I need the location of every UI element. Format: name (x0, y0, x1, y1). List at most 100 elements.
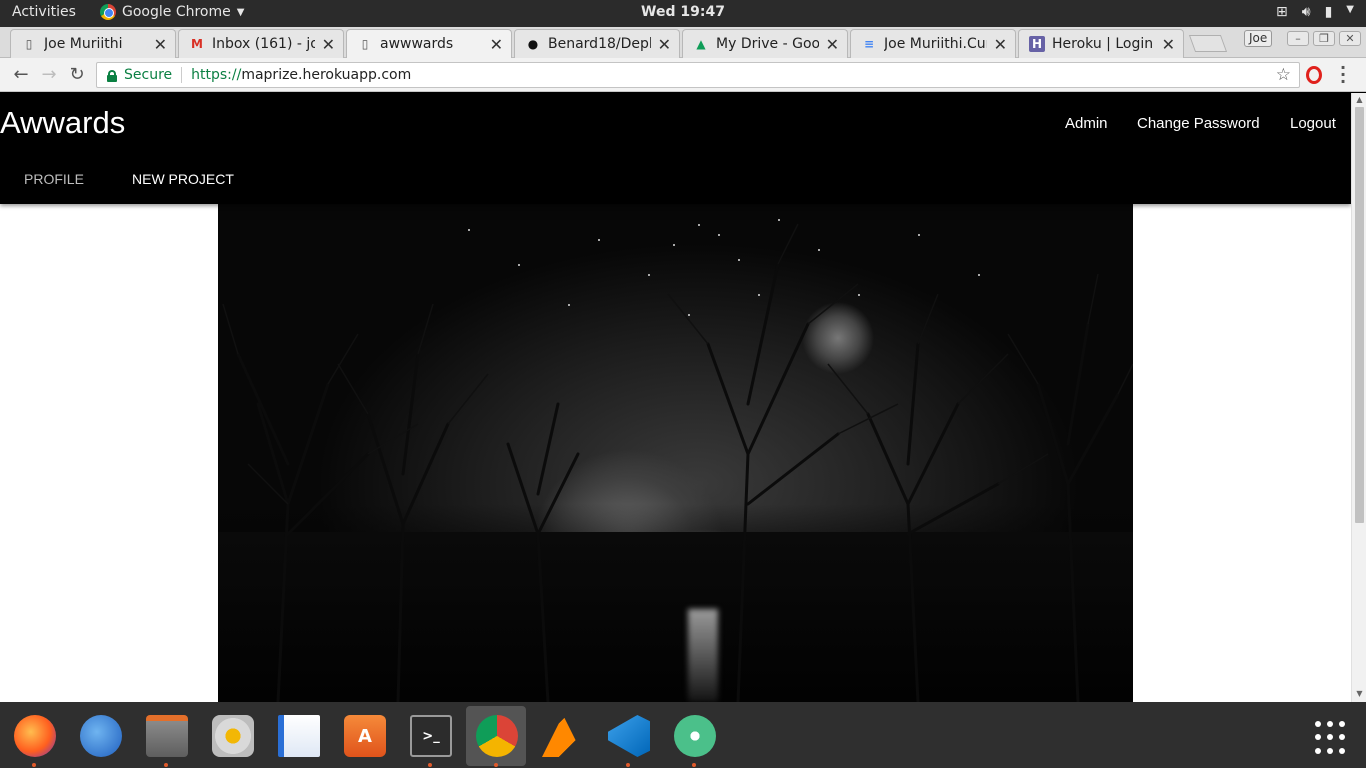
dock-item-vlc[interactable] (532, 706, 592, 766)
app-menu[interactable]: Google Chrome ▼ (100, 4, 244, 20)
chevron-down-icon: ▼ (1346, 4, 1354, 15)
running-indicator (692, 763, 696, 767)
dock-item-thunderbird[interactable] (70, 706, 130, 766)
star-dot (518, 264, 520, 266)
tab-2[interactable]: ▯ awwwards ✕ (346, 29, 512, 58)
star-dot (978, 274, 980, 276)
running-indicator (626, 763, 630, 767)
tab-6[interactable]: H Heroku | Login ✕ (1018, 29, 1184, 58)
bookmark-star-icon[interactable]: ☆ (1276, 65, 1291, 85)
forward-button[interactable]: → (38, 64, 60, 86)
tab-title: Joe Muriithi (44, 36, 123, 52)
running-indicator (494, 763, 498, 767)
tab-0[interactable]: ▯ Joe Muriithi ✕ (10, 29, 176, 58)
tab-title: awwwards (380, 36, 454, 52)
chrome-icon (476, 715, 518, 757)
docs-icon: ≡ (863, 37, 875, 51)
github-icon: ● (527, 37, 539, 51)
scroll-up-arrow-icon[interactable]: ▲ (1352, 95, 1366, 104)
heroku-icon: H (1029, 36, 1045, 52)
dock-item-atom[interactable] (664, 706, 724, 767)
star-dot (818, 249, 820, 251)
dock-item-vscode[interactable] (598, 706, 658, 767)
tab-4[interactable]: ▲ My Drive - Goog ✕ (682, 29, 848, 58)
address-bar[interactable]: Secure https:// maprize.herokuapp.com ☆ (96, 62, 1300, 88)
star-dot (568, 304, 570, 306)
tab-5[interactable]: ≡ Joe Muriithi.Cur ✕ (850, 29, 1016, 58)
close-window-button[interactable]: ✕ (1339, 31, 1361, 46)
dock-item-files[interactable] (136, 706, 196, 767)
nav-new-project-link[interactable]: NEW PROJECT (132, 171, 234, 187)
nav-logout-link[interactable]: Logout (1290, 115, 1336, 132)
close-tab-icon[interactable]: ✕ (994, 35, 1007, 54)
star-dot (918, 234, 920, 236)
scroll-down-arrow-icon[interactable]: ▼ (1352, 689, 1366, 698)
page-icon: ▯ (25, 37, 33, 51)
star-dot (758, 294, 760, 296)
gmail-icon: M (191, 37, 203, 51)
opera-extension-icon[interactable] (1306, 66, 1322, 84)
star-dot (778, 219, 780, 221)
reload-button[interactable]: ↻ (66, 64, 88, 86)
tree-silhouettes (222, 223, 1133, 702)
nav-change-password-link[interactable]: Change Password (1137, 115, 1260, 132)
close-tab-icon[interactable]: ✕ (1162, 35, 1175, 54)
page-icon: ▯ (361, 37, 369, 51)
close-tab-icon[interactable]: ✕ (490, 35, 503, 54)
close-tab-icon[interactable]: ✕ (658, 35, 671, 54)
project-image (218, 204, 1133, 702)
page-scrollbar[interactable]: ▲ ▼ (1351, 93, 1366, 702)
nav-admin-link[interactable]: Admin (1065, 115, 1108, 132)
lock-icon[interactable] (107, 69, 117, 82)
chrome-menu-icon[interactable]: · · · (1340, 60, 1346, 90)
drive-icon: ▲ (696, 37, 706, 51)
star-dot (648, 274, 650, 276)
software-center-icon: A (344, 715, 386, 757)
tab-title: Benard18/Deplo (548, 36, 651, 52)
rhythmbox-icon (212, 715, 254, 757)
secure-label[interactable]: Secure (124, 67, 172, 83)
star-dot (598, 239, 600, 241)
tab-title: My Drive - Goog (716, 36, 819, 52)
minimize-button[interactable]: – (1287, 31, 1309, 46)
terminal-icon: >_ (410, 715, 452, 757)
new-tab-button[interactable] (1188, 35, 1228, 52)
dock-item-rhythmbox[interactable] (202, 706, 262, 766)
libreoffice-writer-icon (278, 715, 320, 757)
nav-profile-link[interactable]: PROFILE (24, 171, 84, 187)
app-menu-label: Google Chrome (122, 4, 231, 20)
tab-title: Inbox (161) - joe (212, 36, 315, 52)
firefox-icon (14, 715, 56, 757)
maximize-button[interactable]: ❐ (1313, 31, 1335, 46)
scroll-thumb[interactable] (1355, 107, 1364, 523)
star-dot (718, 234, 720, 236)
clock[interactable]: Wed 19:47 (641, 4, 725, 20)
url-host: maprize.herokuapp.com (241, 67, 412, 83)
dock-item-software-center[interactable]: A (334, 706, 394, 766)
tab-1[interactable]: M Inbox (161) - joe ✕ (178, 29, 344, 58)
activities-button[interactable]: Activities (12, 4, 76, 20)
site-brand[interactable]: Awwards (0, 105, 125, 141)
divider (181, 67, 183, 83)
star-dot (673, 244, 675, 246)
close-tab-icon[interactable]: ✕ (826, 35, 839, 54)
dock-item-libreoffice-writer[interactable] (268, 706, 328, 766)
show-applications-icon[interactable] (1315, 721, 1349, 755)
star-dot (858, 294, 860, 296)
profile-button[interactable]: Joe (1244, 30, 1273, 47)
battery-icon: ▮ (1324, 4, 1333, 20)
chevron-down-icon: ▼ (236, 6, 245, 18)
dock-item-firefox[interactable] (4, 706, 64, 767)
running-indicator (164, 763, 168, 767)
close-tab-icon[interactable]: ✕ (322, 35, 335, 54)
network-icon: ⊞ (1276, 4, 1288, 20)
back-button[interactable]: ← (10, 64, 32, 86)
star-dot (698, 224, 700, 226)
system-tray[interactable]: ⊞ 🔊︎ ▮ ▼ (1276, 4, 1354, 20)
gnome-top-bar: Activities Google Chrome ▼ Wed 19:47 ⊞ 🔊… (0, 0, 1366, 27)
dock-item-chrome[interactable] (466, 706, 526, 767)
star-dot (738, 259, 740, 261)
close-tab-icon[interactable]: ✕ (154, 35, 167, 54)
tab-3[interactable]: ● Benard18/Deplo ✕ (514, 29, 680, 58)
dock-item-terminal[interactable]: >_ (400, 706, 460, 767)
